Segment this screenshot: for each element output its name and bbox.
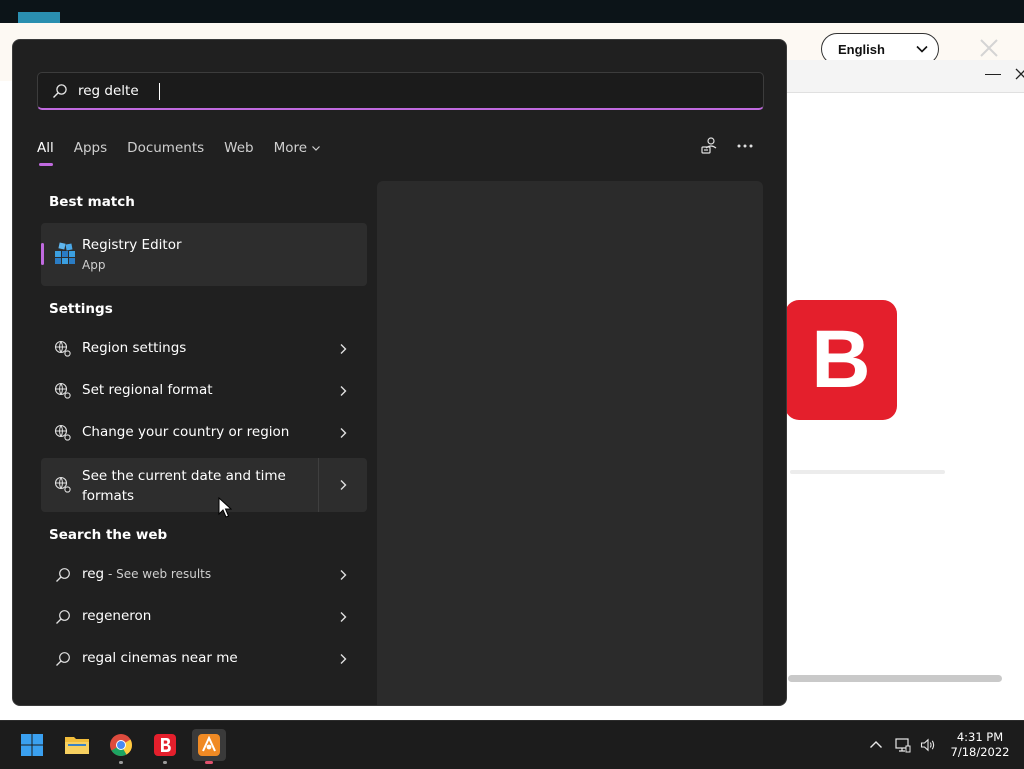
installer-button[interactable] bbox=[192, 729, 226, 764]
volume-icon[interactable] bbox=[920, 737, 936, 753]
result-preview-pane bbox=[377, 181, 763, 705]
item-separator bbox=[318, 458, 319, 512]
web-result-label: reg - See web results bbox=[82, 566, 211, 582]
start-button[interactable] bbox=[15, 729, 49, 761]
registry-editor-icon bbox=[55, 242, 75, 264]
more-options-icon[interactable] bbox=[734, 135, 756, 157]
tab-apps[interactable]: Apps bbox=[74, 136, 107, 160]
folder-icon bbox=[65, 737, 89, 754]
system-clock[interactable]: 4:31 PM 7/18/2022 bbox=[940, 730, 1020, 760]
region-settings-icon bbox=[54, 476, 71, 493]
settings-heading: Settings bbox=[49, 301, 113, 317]
chevron-right-icon bbox=[340, 386, 347, 396]
tab-web[interactable]: Web bbox=[224, 136, 253, 160]
web-result-query: reg bbox=[82, 566, 105, 582]
bitdefender-logo: B bbox=[785, 300, 897, 420]
minimize-button[interactable] bbox=[985, 74, 1001, 75]
settings-item-country-region[interactable]: Change your country or region bbox=[41, 412, 367, 454]
tab-label: More bbox=[273, 140, 308, 156]
progress-placeholder bbox=[790, 470, 945, 474]
web-result-reg[interactable]: reg - See web results bbox=[41, 554, 367, 596]
share-account-icon[interactable] bbox=[698, 135, 720, 157]
tab-all[interactable]: All bbox=[37, 136, 54, 166]
web-result-label: regeneron bbox=[82, 608, 152, 624]
chevron-down-icon bbox=[916, 45, 928, 53]
clock-time: 4:31 PM bbox=[956, 730, 1004, 744]
settings-item-region-settings[interactable]: Region settings bbox=[41, 328, 367, 370]
background-left-strip bbox=[0, 81, 12, 721]
mouse-cursor-icon bbox=[218, 497, 232, 518]
chrome-icon bbox=[110, 734, 132, 756]
tab-label: Documents bbox=[127, 140, 205, 156]
running-indicator bbox=[205, 761, 213, 764]
chevron-right-icon bbox=[340, 654, 347, 664]
file-explorer-button[interactable] bbox=[60, 729, 94, 761]
installer-icon bbox=[198, 734, 220, 756]
windows-logo-icon bbox=[21, 734, 43, 756]
region-settings-icon bbox=[54, 424, 71, 441]
best-match-subtitle: App bbox=[82, 258, 106, 272]
search-web-heading: Search the web bbox=[49, 527, 168, 543]
start-search-panel: All Apps Documents Web More Best match R… bbox=[12, 39, 787, 706]
search-icon bbox=[56, 568, 70, 582]
close-icon[interactable] bbox=[978, 37, 1000, 59]
region-settings-icon bbox=[54, 340, 71, 357]
search-icon bbox=[56, 652, 70, 666]
settings-item-label: Set regional format bbox=[82, 382, 213, 398]
tab-label: Web bbox=[224, 140, 254, 156]
language-select-label: English bbox=[838, 41, 885, 57]
chevron-right-icon bbox=[340, 428, 347, 438]
tab-label: Apps bbox=[73, 140, 108, 156]
network-icon[interactable] bbox=[895, 737, 911, 753]
best-match-title: Registry Editor bbox=[82, 237, 182, 253]
selection-accent bbox=[41, 243, 44, 265]
running-indicator bbox=[163, 761, 167, 764]
chrome-button[interactable] bbox=[104, 729, 138, 764]
horizontal-scrollbar[interactable] bbox=[788, 675, 1002, 682]
running-indicator bbox=[119, 761, 123, 764]
tab-documents[interactable]: Documents bbox=[127, 136, 204, 160]
web-result-regal-cinemas[interactable]: regal cinemas near me bbox=[41, 638, 367, 680]
settings-item-label: Change your country or region bbox=[82, 424, 290, 440]
best-match-heading: Best match bbox=[49, 194, 135, 210]
chevron-right-icon[interactable] bbox=[338, 479, 348, 491]
web-result-suffix: - See web results bbox=[104, 567, 212, 581]
bitdefender-icon bbox=[154, 734, 176, 756]
installer-titlebar bbox=[787, 60, 1024, 93]
chevron-right-icon bbox=[340, 344, 347, 354]
settings-item-regional-format[interactable]: Set regional format bbox=[41, 370, 367, 412]
text-caret bbox=[159, 83, 160, 100]
web-result-regeneron[interactable]: regeneron bbox=[41, 596, 367, 638]
close-icon[interactable] bbox=[1015, 68, 1024, 80]
settings-item-date-time-formats[interactable]: See the current date and time formats bbox=[41, 458, 367, 512]
search-input[interactable] bbox=[78, 79, 678, 103]
tab-more[interactable]: More bbox=[274, 136, 321, 160]
settings-item-label: Region settings bbox=[82, 340, 187, 356]
tab-label: All bbox=[37, 140, 54, 156]
clock-date: 7/18/2022 bbox=[950, 745, 1010, 759]
chevron-right-icon bbox=[340, 612, 347, 622]
taskbar: 4:31 PM 7/18/2022 bbox=[0, 720, 1024, 769]
bitdefender-button[interactable] bbox=[148, 729, 182, 764]
chevron-right-icon bbox=[340, 570, 347, 580]
chevron-down-icon bbox=[312, 146, 320, 151]
filter-tabs: All Apps Documents Web More bbox=[37, 136, 341, 166]
best-match-registry-editor[interactable]: Registry Editor App bbox=[41, 223, 367, 286]
search-box[interactable] bbox=[37, 72, 764, 110]
web-result-label: regal cinemas near me bbox=[82, 650, 238, 666]
region-settings-icon bbox=[54, 382, 71, 399]
settings-item-label: See the current date and time formats bbox=[82, 468, 286, 504]
search-icon bbox=[53, 84, 67, 98]
search-icon bbox=[56, 610, 70, 624]
chevron-up-icon[interactable] bbox=[868, 737, 884, 753]
